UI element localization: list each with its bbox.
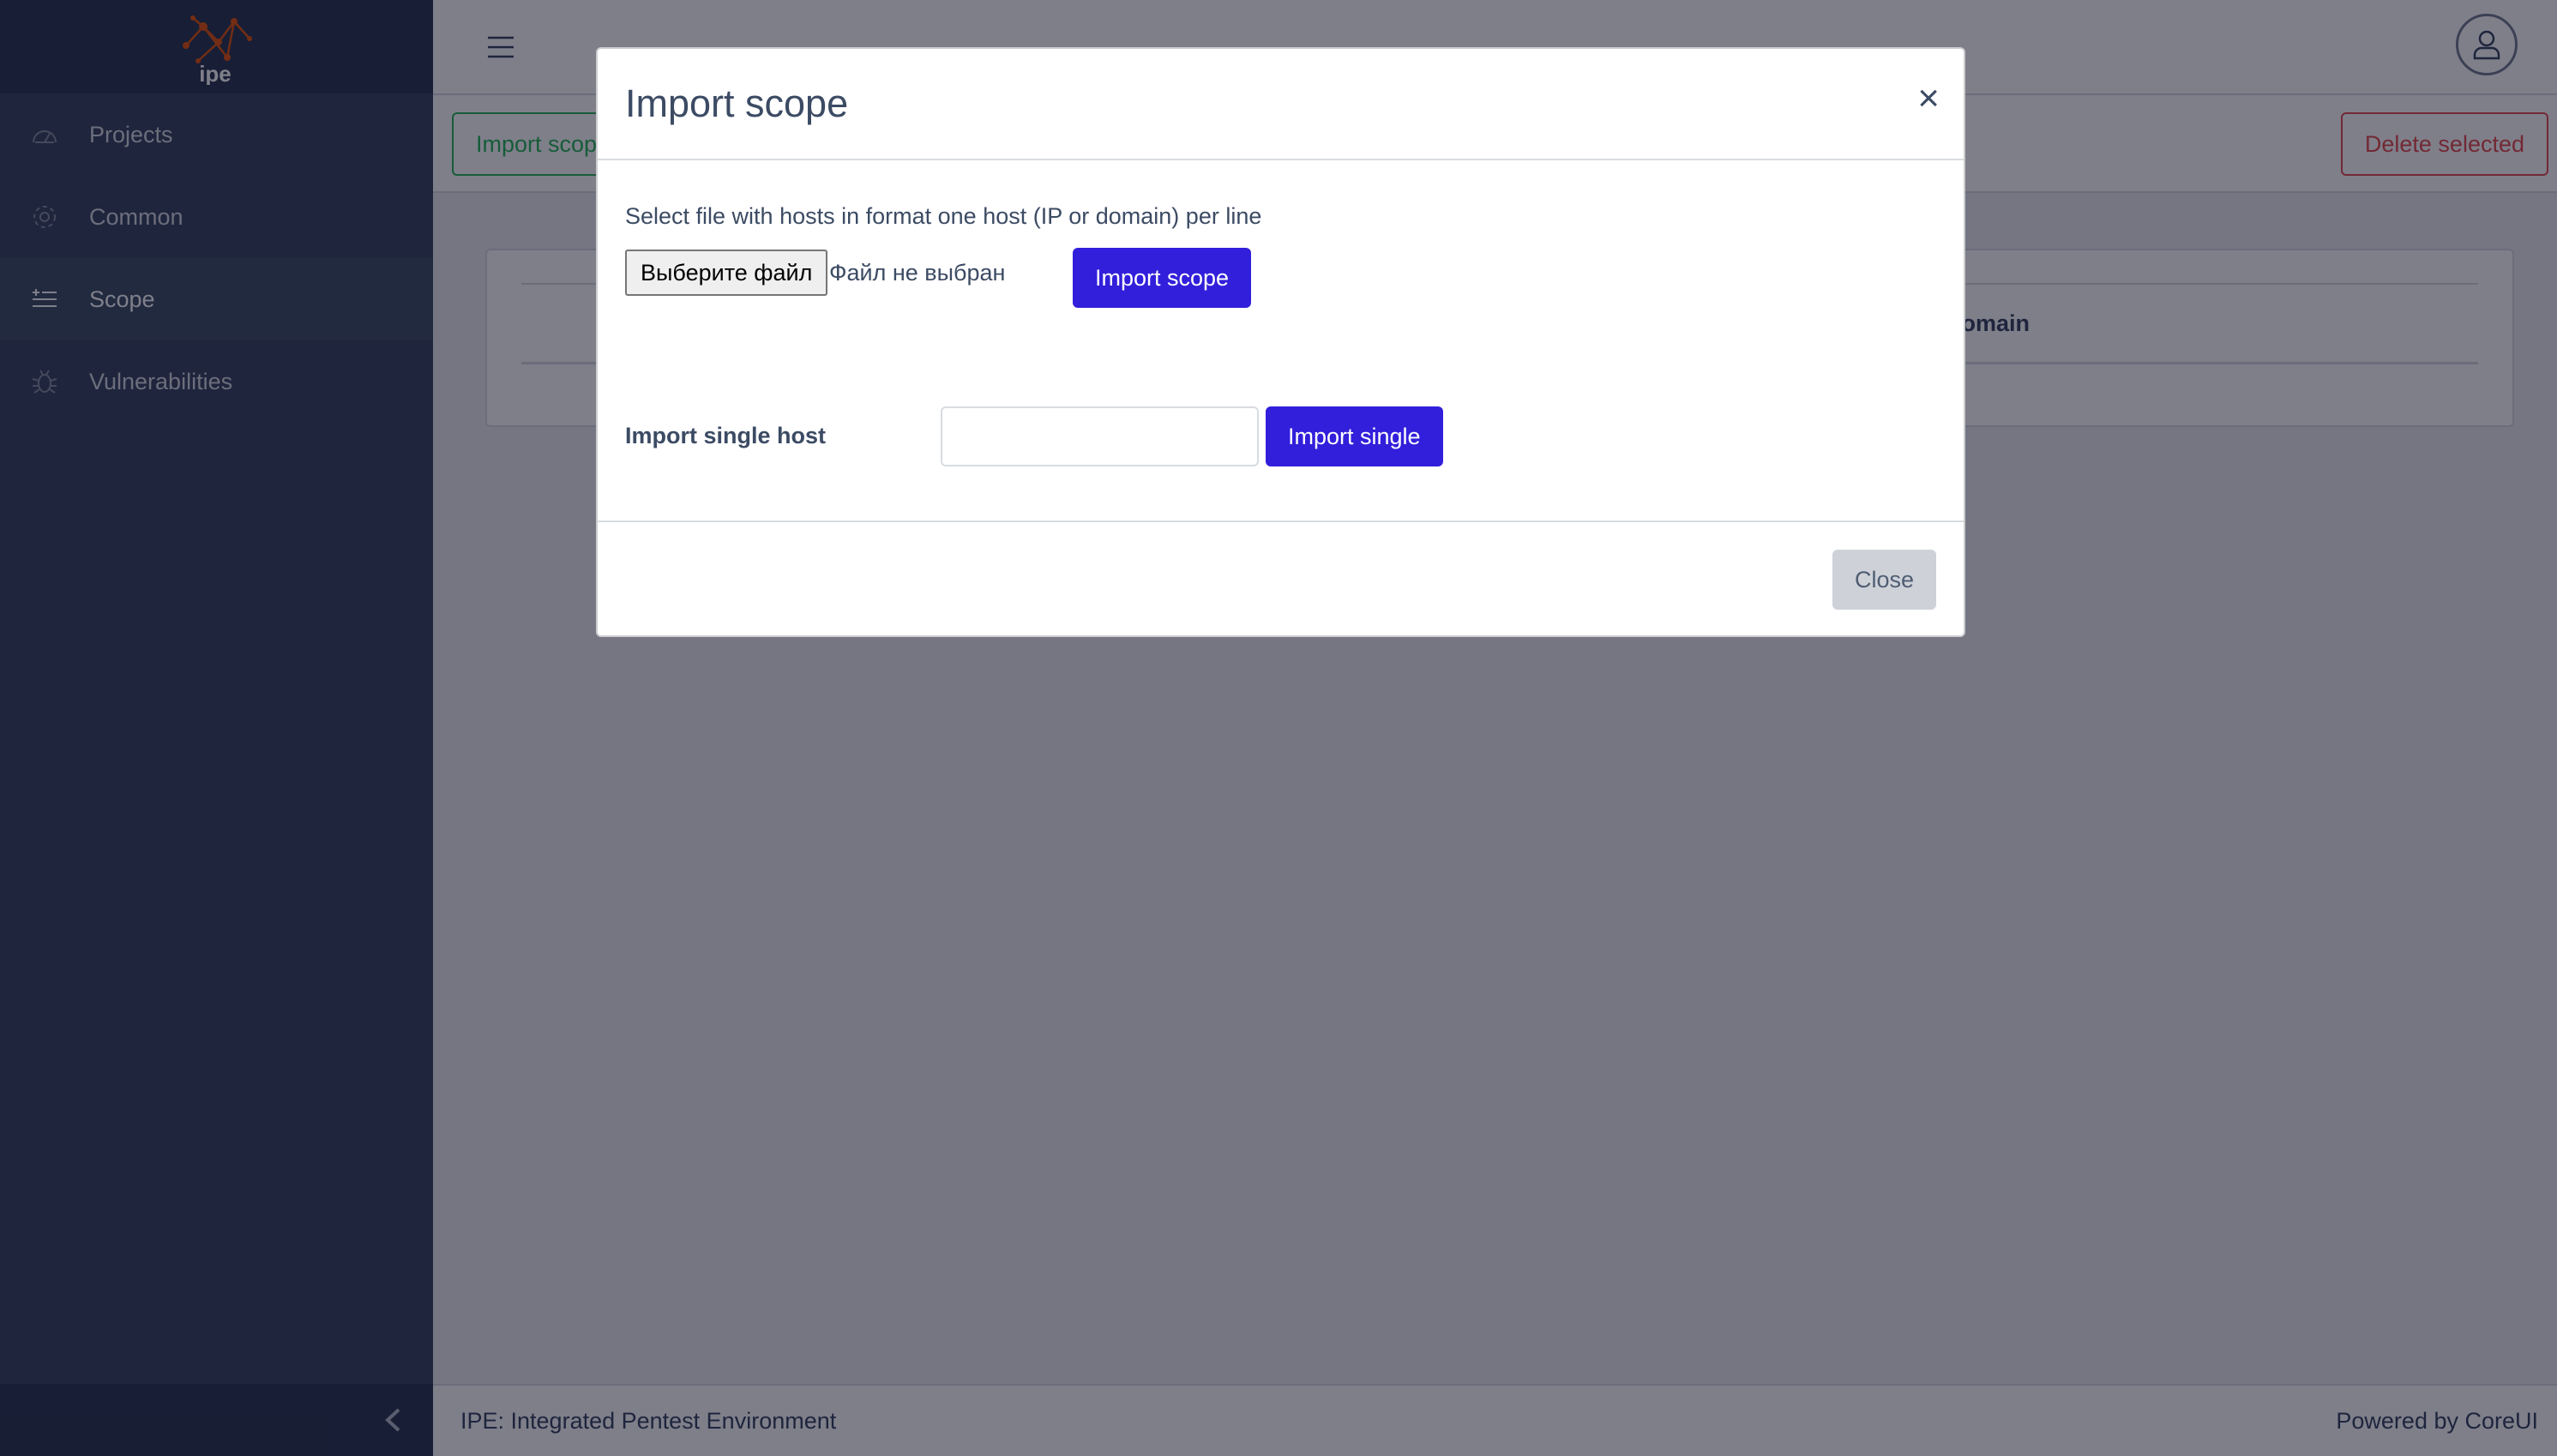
modal-header: Import scope × [598,49,1964,160]
import-single-host-label: Import single host [625,423,827,448]
import-single-button[interactable]: Import single [1266,406,1443,466]
modal-close-icon[interactable]: × [1917,80,1940,117]
modal-footer: Close [598,520,1964,639]
modal-title: Import scope [625,81,849,125]
file-status-text: Файл не выбран [829,260,1006,286]
file-instruction-text: Select file with hosts in format one hos… [625,203,1262,229]
single-host-input[interactable] [941,406,1259,466]
import-scope-modal: Import scope × Select file with hosts in… [596,47,1965,637]
close-button[interactable]: Close [1832,550,1936,610]
import-scope-submit-button[interactable]: Import scope [1073,248,1252,308]
choose-file-button[interactable]: Выберите файл [625,250,828,296]
